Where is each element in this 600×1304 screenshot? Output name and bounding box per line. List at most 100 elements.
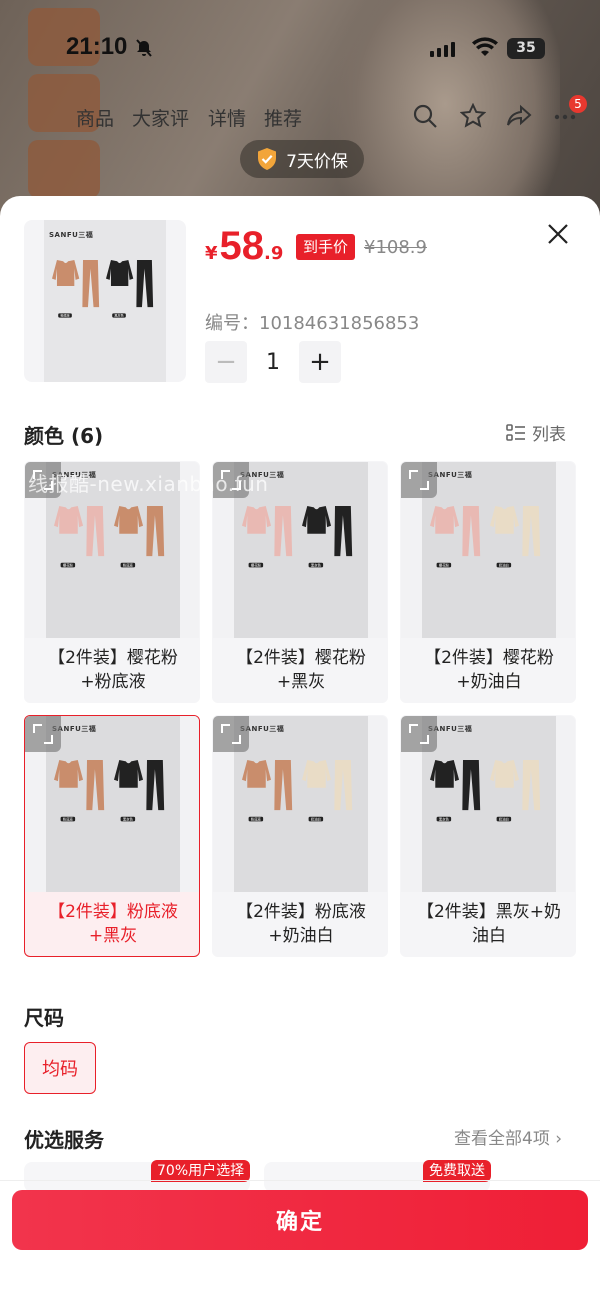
price-guarantee-pill: 7天价保 [240,140,364,178]
tab-details[interactable]: 详情 [208,104,246,131]
quantity-stepper: − 1 + [205,341,341,383]
color-option-card[interactable]: SANFU三福 粉底液 黑灰色 【2件装】粉底液 +黑灰 [24,715,200,957]
color-option-card[interactable]: SANFU三福 樱花粉 奶油白 【2件装】樱花粉 +奶油白 [400,461,576,703]
color-option-label-line1: 【2件装】粉底液 [48,902,178,922]
original-price: ¥108.9 [364,237,427,258]
star-icon[interactable] [460,103,486,129]
garment-tag-label: 樱花粉 [251,562,262,567]
color-option-garments: 黑灰色 奶油白 [430,760,541,821]
garment-tag-label: 黑灰色 [311,562,322,567]
expand-icon[interactable] [401,462,437,498]
garment-set-2: 奶油白 [302,760,353,821]
increase-button[interactable]: + [299,341,341,383]
color-option-label-line1: 【2件装】樱花粉 [424,648,554,668]
color-section-title: 颜色 (6) [24,424,104,448]
search-icon[interactable] [412,103,438,129]
color-option-label: 【2件装】黑灰+奶 油白 [409,900,569,948]
color-option-label: 【2件装】粉底液 +奶油白 [221,900,381,948]
shield-check-icon [258,148,277,170]
garment-tag-label: 粉底液 [251,816,262,821]
list-view-label: 列表 [532,425,566,445]
expand-icon[interactable] [213,716,249,752]
color-option-card[interactable]: SANFU三福 樱花粉 粉底液 【2件装】樱花粉 +粉底液 [24,461,200,703]
garment-tag-label: 奶油白 [311,816,321,821]
color-option-label-line1: 【2件装】樱花粉 [48,648,178,668]
garment-set-1: 黑灰色 [430,760,481,821]
color-option-photo: SANFU三福 粉底液 奶油白 [234,716,368,892]
garment-set-1: 樱花粉 [54,506,105,567]
battery-indicator: 35 [507,38,545,59]
expand-icon[interactable] [401,716,437,752]
color-option-label: 【2件装】樱花粉 +黑灰 [221,646,381,694]
watermark: 线报酷-new.xianbao.fun [28,472,269,496]
tab-product[interactable]: 商品 [76,104,114,131]
garment-set-2: 黑灰色 [114,760,165,821]
color-option-card[interactable]: SANFU三福 樱花粉 黑灰色 【2件装】樱花粉 +黑灰 [212,461,388,703]
garment-set-2: 奶油白 [490,506,541,567]
list-icon [506,423,525,441]
close-icon[interactable] [546,222,570,246]
service-tag: 70%用户选择 [151,1160,251,1182]
color-option-label: 【2件装】粉底液 +黑灰 [33,900,193,948]
garment-tag-label: 奶油白 [499,816,509,821]
size-option-one-size[interactable]: 均码 [24,1042,96,1094]
garment-set-1: 粉底液 [54,760,105,821]
garment-set-1: 粉底液 [52,260,100,318]
color-option-card[interactable]: SANFU三福 黑灰色 奶油白 【2件装】黑灰+奶 油白 [400,715,576,957]
price-decimal: .9 [264,243,284,264]
color-option-garments: 粉底液 黑灰色 [54,760,165,821]
garment-set-2: 奶油白 [490,760,541,821]
quantity-value[interactable]: 1 [247,350,299,375]
garment-set-1: 樱花粉 [430,506,481,567]
tab-recommend[interactable]: 推荐 [264,104,302,131]
color-option-label: 【2件装】樱花粉 +奶油白 [409,646,569,694]
cart-count-badge: 5 [569,95,587,113]
product-thumbnail[interactable]: SANFU三福 粉底液 黑灰色 [24,220,186,382]
color-option-label-line2: +粉底液 [80,672,146,692]
color-option-photo: SANFU三福 粉底液 黑灰色 [46,716,180,892]
mute-bell-icon [136,39,152,57]
sku-number: 编号：10184631856853 [205,313,420,334]
garment-set-1: 粉底液 [242,760,293,821]
color-option-photo: SANFU三福 黑灰色 奶油白 [422,716,556,892]
view-all-services-link[interactable]: 查看全部4项 › [454,1124,562,1149]
signal-icon [430,42,455,57]
confirm-button[interactable]: 确定 [12,1190,588,1250]
list-view-toggle[interactable]: 列表 [506,420,566,445]
color-option-card[interactable]: SANFU三福 粉底液 奶油白 【2件装】粉底液 +奶油白 [212,715,388,957]
color-option-label-line2: 油白 [472,926,506,946]
garment-tag-label: 粉底液 [63,816,74,821]
tab-reviews[interactable]: 大家评 [132,104,189,131]
garment-tag-label: 黑灰色 [439,816,450,821]
garment-tag-label: 黑灰色 [123,816,134,821]
color-option-label: 【2件装】樱花粉 +粉底液 [33,646,193,694]
garment-set-1: 樱花粉 [242,506,293,567]
divider [0,1180,600,1181]
wifi-icon [472,37,498,56]
garment-set-2: 黑灰色 [106,260,154,318]
garment-tag-label: 樱花粉 [439,562,450,567]
currency-symbol: ¥ [205,243,218,264]
color-option-label-line1: 【2件装】黑灰+奶 [416,902,562,922]
service-tag: 免费取送 [423,1160,491,1182]
share-icon[interactable] [506,103,532,129]
color-option-label-line2: +黑灰 [276,672,326,692]
sku-selection-sheet: SANFU三福 粉底液 黑灰色 ¥ 58 .9 到手价 ¥108.9 编号：101… [0,196,600,1304]
garment-tag-label: 奶油白 [499,562,509,567]
final-price-tag: 到手价 [296,234,356,260]
size-section-title: 尺码 [24,1006,64,1030]
color-option-label-line2: +奶油白 [456,672,522,692]
color-option-photo: SANFU三福 樱花粉 奶油白 [422,462,556,638]
decrease-button[interactable]: − [205,341,247,383]
guarantee-label: 7天价保 [286,151,348,172]
status-time: 21:10 [66,33,128,60]
garment-tag-label: 粉底液 [60,313,69,318]
garment-tag-label: 粉底液 [123,562,134,567]
color-option-label-line2: +黑灰 [88,926,138,946]
color-option-label-line2: +奶油白 [268,926,334,946]
expand-icon[interactable] [25,716,61,752]
garment-set-2: 粉底液 [114,506,165,567]
garment-set-2: 黑灰色 [302,506,353,567]
product-garments-image: 粉底液 黑灰色 [52,260,154,318]
status-bar: 21:10 35 [0,0,600,96]
